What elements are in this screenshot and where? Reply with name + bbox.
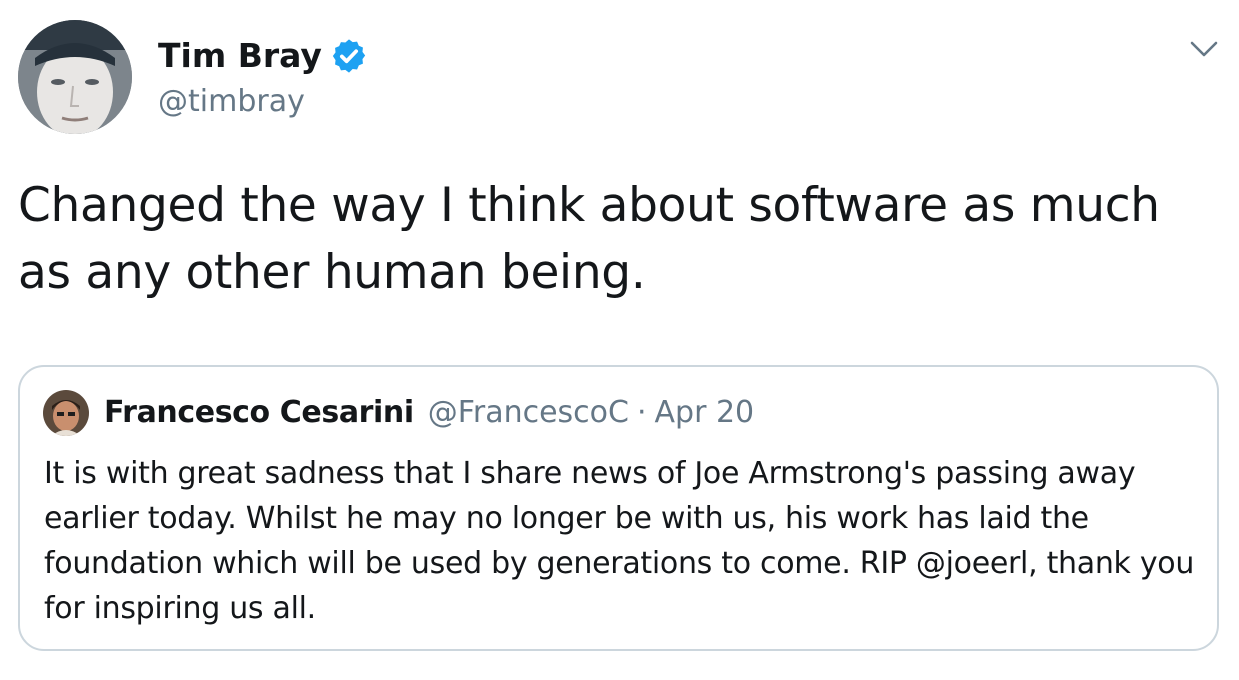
chevron-down-icon[interactable] xyxy=(1186,36,1222,64)
author-avatar-image xyxy=(18,20,132,134)
header-separator: · xyxy=(636,395,647,430)
author-handle[interactable]: @timbray xyxy=(158,82,305,122)
quoted-author-avatar-image xyxy=(43,390,89,436)
quoted-tweet-text: It is with great sadness that I share ne… xyxy=(44,456,1195,626)
verified-badge-icon xyxy=(332,39,366,73)
author-avatar[interactable] xyxy=(18,20,132,134)
quoted-author-name[interactable]: Francesco Cesarini xyxy=(104,393,414,433)
quoted-author-avatar[interactable] xyxy=(43,390,89,436)
quoted-author-handle[interactable]: @FrancescoC xyxy=(428,393,629,433)
tweet-text: Changed the way I think about software a… xyxy=(18,178,1160,300)
author-name[interactable]: Tim Bray xyxy=(158,36,368,76)
author-name-text[interactable]: Tim Bray xyxy=(158,36,322,76)
quoted-tweet-header: Francesco Cesarini @FrancescoC · Apr 20 xyxy=(104,393,754,433)
quoted-tweet-date[interactable]: Apr 20 xyxy=(655,393,755,433)
quoted-tweet-card[interactable]: Francesco Cesarini @FrancescoC · Apr 20 … xyxy=(18,365,1219,651)
